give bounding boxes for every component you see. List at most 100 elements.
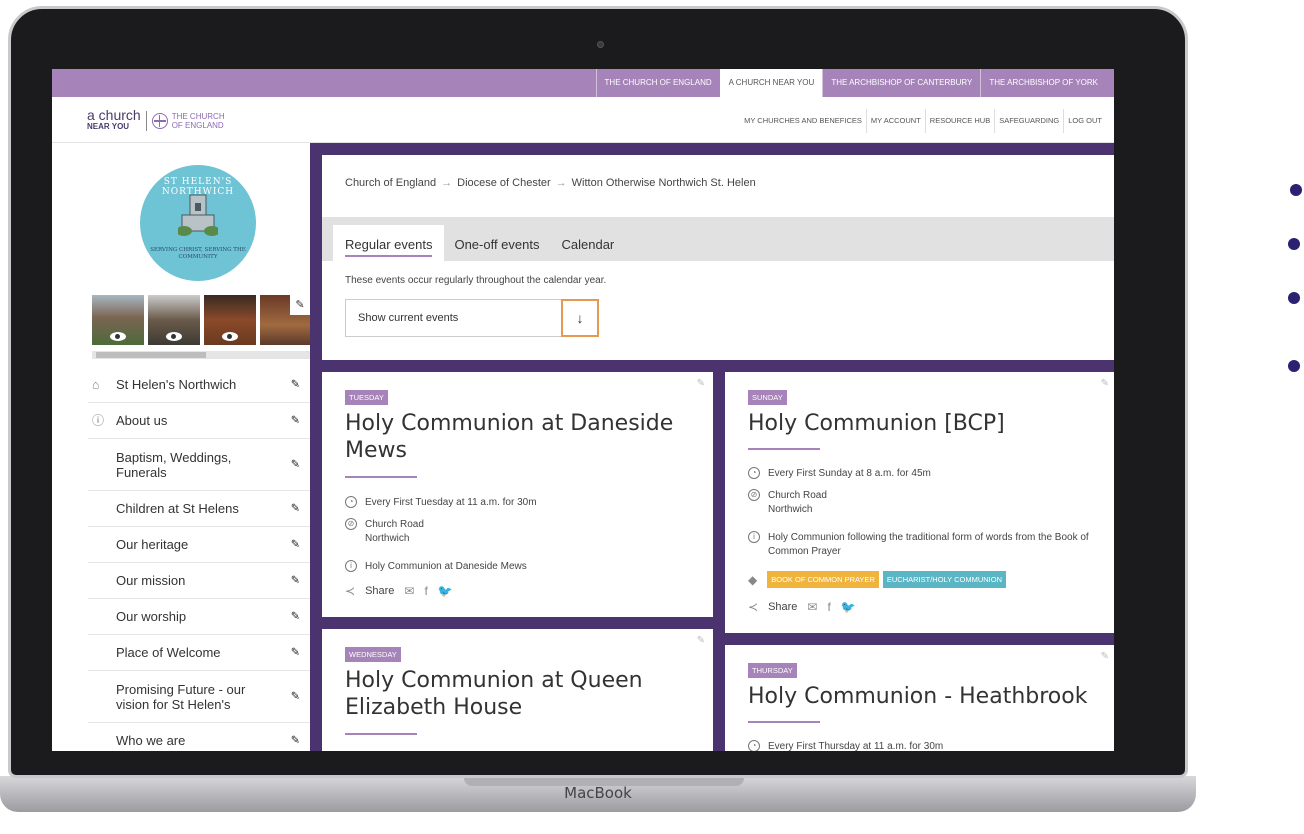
event-info: i Holy Communion at Daneside Mews (345, 560, 693, 574)
sidebar-item-promising-future[interactable]: Promising Future - our vision for St Hel… (88, 671, 310, 723)
day-badge: TUESDAY (345, 390, 388, 405)
pencil-icon[interactable]: ✎ (291, 413, 300, 428)
camera-icon (597, 41, 604, 48)
my-account-link[interactable]: MY ACCOUNT (867, 109, 926, 133)
decorative-dot (1288, 292, 1300, 304)
breadcrumb-item[interactable]: Church of England (345, 177, 436, 189)
sidebar-menu: ⌂ St Helen's Northwich ✎ ⓘ About us ✎ Ba… (88, 367, 310, 751)
breadcrumb: Church of England → Diocese of Chester → Wit… (345, 177, 756, 189)
sidebar-item-worship[interactable]: Our worship ✎ (88, 599, 310, 635)
email-icon[interactable]: ✉ (404, 584, 414, 598)
photo-thumb[interactable] (92, 295, 144, 345)
pencil-icon[interactable]: ✎ (1101, 651, 1109, 662)
tab-bar: Regular events One-off events Calendar (322, 217, 1114, 261)
day-badge: WEDNESDAY (345, 647, 401, 662)
tag-book-of-common-prayer[interactable]: BOOK OF COMMON PRAYER (767, 571, 879, 588)
decorative-dot (1288, 238, 1300, 250)
event-card: ✎ SUNDAY Holy Communion [BCP] ◔ Every Fir… (725, 372, 1114, 633)
sidebar-item-home[interactable]: ⌂ St Helen's Northwich ✎ (88, 367, 310, 403)
top-bar: THE CHURCH OF ENGLAND A CHURCH NEAR YOU … (52, 69, 1114, 97)
pencil-icon[interactable]: ✎ (290, 295, 310, 315)
church-illustration-icon (178, 194, 218, 236)
event-title[interactable]: Holy Communion at Queen Elizabeth House (345, 667, 693, 721)
resource-hub-link[interactable]: RESOURCE HUB (926, 109, 996, 133)
church-badge-logo: ST HELEN'S NORTHWICH SERVING CHRIST, SER… (140, 165, 256, 281)
event-card: ✎ THURSDAY Holy Communion - Heathbrook ◔… (725, 645, 1114, 751)
topnav-church-of-england[interactable]: THE CHURCH OF ENGLAND (595, 69, 720, 97)
event-tags: ◆ BOOK OF COMMON PRAYER EUCHARIST/HOLY C… (748, 571, 1010, 588)
email-icon[interactable]: ✉ (807, 600, 817, 614)
event-info: i Holy Communion following the traditiona… (748, 531, 1097, 559)
tab-regular-events[interactable]: Regular events (333, 225, 445, 261)
pencil-icon[interactable]: ✎ (291, 457, 300, 472)
tab-one-off-events[interactable]: One-off events (454, 225, 539, 261)
user-nav: MY CHURCHES AND BENEFICES MY ACCOUNT RES… (740, 109, 1106, 133)
day-badge: THURSDAY (748, 663, 797, 678)
log-out-link[interactable]: LOG OUT (1064, 109, 1106, 133)
events-panel: Church of England → Diocese of Chester → Wit… (322, 155, 1114, 360)
pencil-icon[interactable]: ✎ (1101, 378, 1109, 389)
carousel-scrollbar[interactable] (92, 351, 310, 359)
event-title[interactable]: Holy Communion [BCP] (748, 410, 1097, 437)
events-filter-select[interactable]: Show current events ↓ (345, 299, 599, 337)
safeguarding-link[interactable]: SAFEGUARDING (995, 109, 1065, 133)
share-icon: ≺ (748, 600, 759, 614)
facebook-icon[interactable]: f (424, 584, 427, 598)
arrow-down-icon[interactable]: ↓ (561, 299, 599, 337)
info-icon: i (345, 560, 357, 572)
sidebar-item-mission[interactable]: Our mission ✎ (88, 563, 310, 599)
day-badge: SUNDAY (748, 390, 787, 405)
sidebar-item-welcome[interactable]: Place of Welcome ✎ (88, 635, 310, 671)
pencil-icon[interactable]: ✎ (291, 501, 300, 516)
tag-eucharist[interactable]: EUCHARIST/HOLY COMMUNION (882, 571, 1007, 588)
sidebar: ST HELEN'S NORTHWICH SERVING CHRIST, SER… (52, 143, 310, 751)
view-icon[interactable] (222, 332, 238, 341)
site-logo[interactable]: a church NEAR YOU THE CHURCH OF ENGLAND (87, 108, 225, 133)
pencil-icon[interactable]: ✎ (697, 635, 705, 646)
pencil-icon[interactable]: ✎ (291, 377, 300, 392)
pencil-icon[interactable]: ✎ (291, 609, 300, 624)
twitter-icon[interactable]: 🐦 (841, 600, 856, 614)
twitter-icon[interactable]: 🐦 (438, 584, 453, 598)
sidebar-item-about[interactable]: ⓘ About us ✎ (88, 403, 310, 439)
info-icon: i (748, 531, 760, 543)
breadcrumb-item[interactable]: Diocese of Chester (457, 177, 551, 189)
pencil-icon[interactable]: ✎ (291, 573, 300, 588)
sidebar-item-baptism[interactable]: Baptism, Weddings, Funerals ✎ (88, 439, 310, 491)
laptop-frame: MacBook THE CHURCH OF ENGLAND A CHURCH N… (0, 6, 1196, 814)
clock-icon: ◔ (345, 496, 357, 508)
view-icon[interactable] (166, 332, 182, 341)
photo-carousel[interactable]: ✎ (92, 295, 310, 351)
breadcrumb-item[interactable]: Witton Otherwise Northwich St. Helen (572, 177, 756, 189)
view-icon[interactable] (110, 332, 126, 341)
event-location: ⊘ Church Road Northwich (748, 489, 1097, 517)
events-description: These events occur regularly throughout … (345, 275, 607, 286)
topnav-a-church-near-you[interactable]: A CHURCH NEAR YOU (719, 69, 823, 97)
sidebar-item-who-we-are[interactable]: Who we are ✎ (88, 723, 310, 751)
share-row: ≺ Share ✉ f 🐦 (345, 584, 453, 598)
share-icon: ≺ (345, 584, 356, 598)
cross-icon (151, 113, 168, 129)
event-title[interactable]: Holy Communion - Heathbrook (748, 683, 1097, 710)
event-time: ◔ Every First Thursday at 11 a.m. for 30m (748, 740, 1097, 751)
event-title[interactable]: Holy Communion at Daneside Mews (345, 410, 693, 464)
photo-thumb[interactable] (148, 295, 200, 345)
event-card: ✎ TUESDAY Holy Communion at Daneside Mew… (322, 372, 713, 617)
topnav-archbishop-canterbury[interactable]: THE ARCHBISHOP OF CANTERBURY (822, 69, 980, 97)
tab-calendar[interactable]: Calendar (562, 225, 615, 261)
topnav-archbishop-york[interactable]: THE ARCHBISHOP OF YORK (980, 69, 1106, 97)
photo-thumb[interactable] (204, 295, 256, 345)
pencil-icon[interactable]: ✎ (291, 689, 300, 704)
home-icon: ⌂ (92, 377, 100, 391)
pencil-icon[interactable]: ✎ (291, 645, 300, 660)
sidebar-item-children[interactable]: Children at St Helens ✎ (88, 491, 310, 527)
title-underline (748, 721, 820, 723)
top-nav: THE CHURCH OF ENGLAND A CHURCH NEAR YOU … (595, 69, 1106, 97)
my-churches-link[interactable]: MY CHURCHES AND BENEFICES (740, 109, 867, 133)
event-location: ⊘ Church Road Northwich (345, 518, 693, 546)
sidebar-item-heritage[interactable]: Our heritage ✎ (88, 527, 310, 563)
pencil-icon[interactable]: ✎ (697, 378, 705, 389)
pencil-icon[interactable]: ✎ (291, 537, 300, 552)
pencil-icon[interactable]: ✎ (291, 733, 300, 748)
facebook-icon[interactable]: f (827, 600, 830, 614)
